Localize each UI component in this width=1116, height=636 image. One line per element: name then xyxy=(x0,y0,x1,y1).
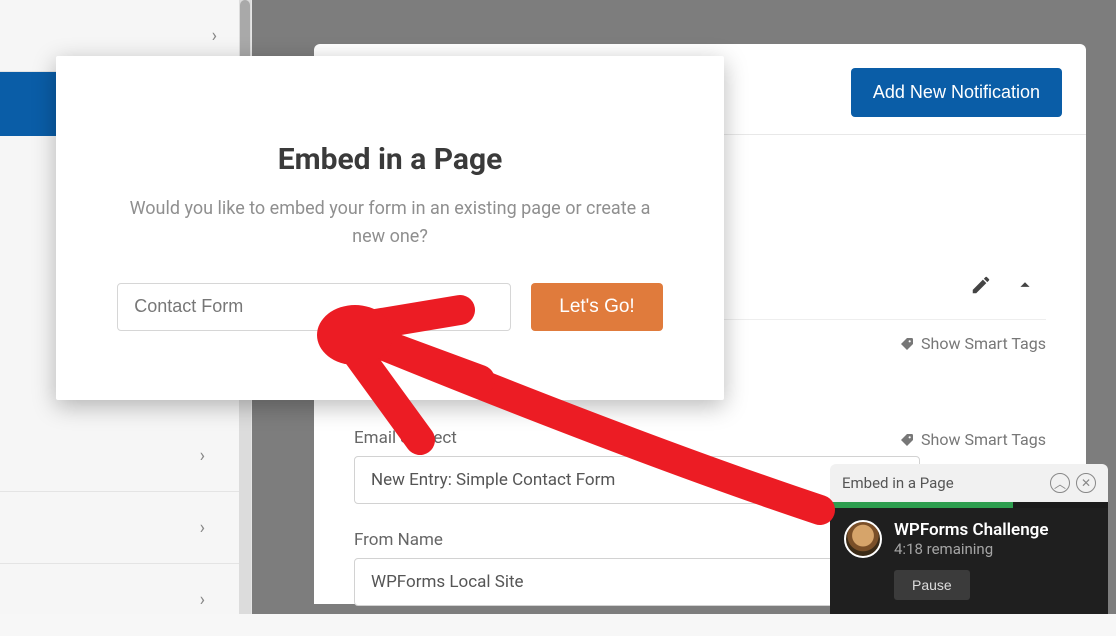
modal-subtitle: Would you like to embed your form in an … xyxy=(126,195,654,251)
sidebar-item[interactable]: › xyxy=(0,420,239,492)
chevron-right-icon: › xyxy=(200,445,205,466)
lets-go-button[interactable]: Let's Go! xyxy=(531,283,662,331)
smart-tags-label: Show Smart Tags xyxy=(921,430,1046,449)
tag-icon xyxy=(899,336,915,352)
mascot-avatar xyxy=(844,520,882,558)
challenge-time-remaining: 4:18 remaining xyxy=(894,540,1049,558)
challenge-body: WPForms Challenge 4:18 remaining Pause xyxy=(830,508,1108,614)
challenge-widget: Embed in a Page ︿ ✕ WPForms Challenge 4:… xyxy=(830,464,1108,614)
show-smart-tags-link[interactable]: Show Smart Tags xyxy=(899,334,1046,353)
close-icon[interactable]: ✕ xyxy=(1076,473,1096,493)
page-name-input[interactable] xyxy=(117,283,511,331)
edit-icon[interactable] xyxy=(970,274,992,300)
embed-page-modal: Embed in a Page Would you like to embed … xyxy=(56,56,724,400)
chevron-right-icon: › xyxy=(200,590,205,611)
chevron-up-icon[interactable] xyxy=(1014,274,1036,300)
chevron-right-icon: › xyxy=(212,25,217,46)
pause-button[interactable]: Pause xyxy=(894,570,970,600)
sidebar-item[interactable]: › xyxy=(0,492,239,564)
sidebar-item[interactable]: › xyxy=(0,564,239,636)
show-smart-tags-link[interactable]: Show Smart Tags xyxy=(899,430,1046,449)
email-subject-label: Email Subject xyxy=(354,428,920,448)
challenge-title: WPForms Challenge xyxy=(894,520,1049,540)
modal-title: Embed in a Page xyxy=(110,142,670,177)
minimize-icon[interactable]: ︿ xyxy=(1050,473,1070,493)
add-new-notification-button[interactable]: Add New Notification xyxy=(851,68,1062,117)
tag-icon xyxy=(899,432,915,448)
challenge-header-title: Embed in a Page xyxy=(842,474,954,492)
smart-tags-label: Show Smart Tags xyxy=(921,334,1046,353)
chevron-right-icon: › xyxy=(200,517,205,538)
challenge-header: Embed in a Page ︿ ✕ xyxy=(830,464,1108,502)
challenge-progress-bar xyxy=(830,502,1108,508)
